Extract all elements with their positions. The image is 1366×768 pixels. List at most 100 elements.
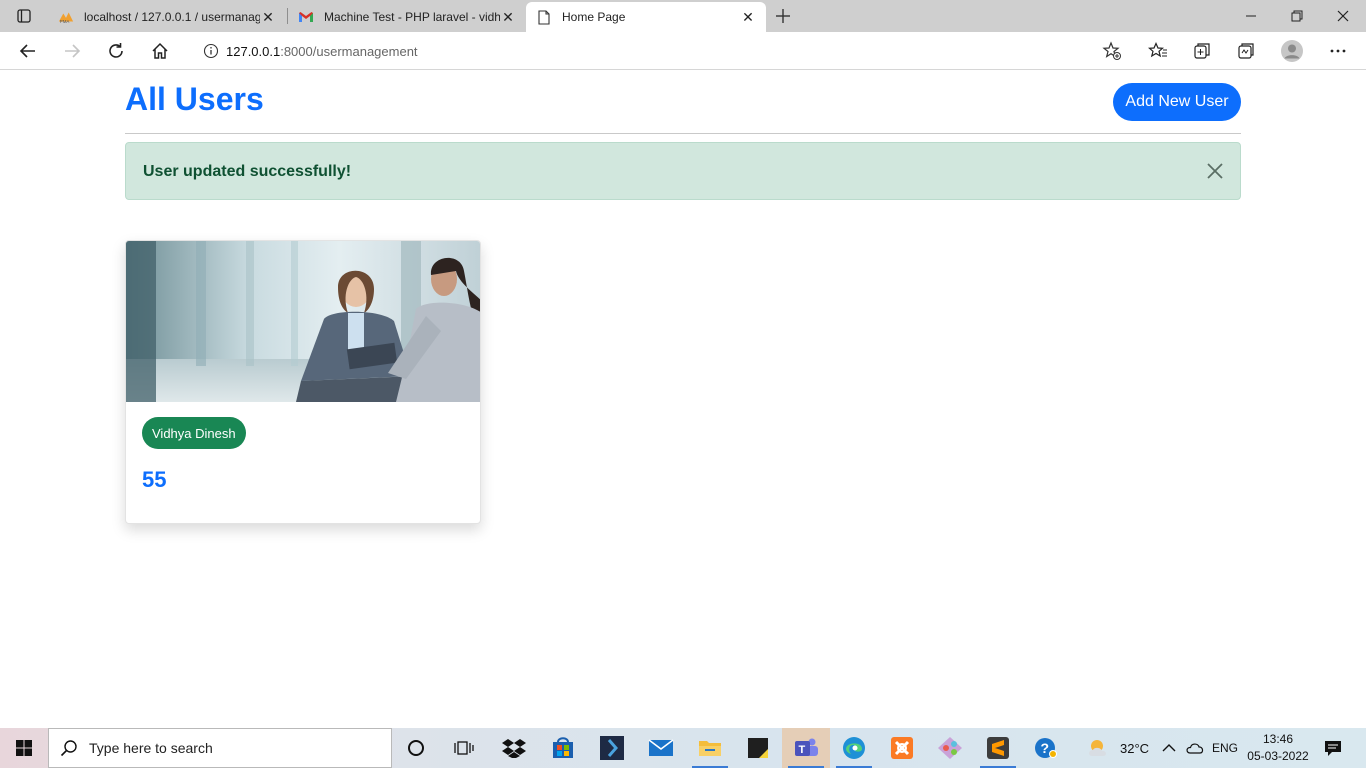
phpmyadmin-icon: PMA [58, 9, 74, 25]
weather-sun-icon [1089, 740, 1106, 756]
task-view-button[interactable] [440, 728, 488, 768]
url-path: :8000/usermanagement [280, 43, 418, 59]
avatar-icon [1281, 40, 1303, 62]
taskbar-search[interactable]: Type here to search [48, 728, 392, 768]
taskbar-help[interactable]: ? [1022, 728, 1070, 768]
user-number: 55 [142, 467, 167, 492]
windows-logo-icon [16, 740, 32, 756]
edge-icon [843, 737, 865, 759]
extensions-icon [1238, 43, 1254, 59]
browser-toolbar: 127.0.0.1:8000/usermanagement [0, 32, 1366, 70]
close-tab-icon[interactable]: ✕ [740, 9, 756, 25]
home-button[interactable] [144, 36, 176, 66]
tab-gmail[interactable]: Machine Test - PHP laravel - vidh ✕ [288, 2, 526, 32]
tab-title: Home Page [562, 10, 626, 24]
clock-date: 05-03-2022 [1247, 749, 1309, 763]
profile-button[interactable] [1276, 36, 1308, 66]
add-favorite-icon[interactable] [1102, 41, 1122, 64]
tab-title: localhost / 127.0.0.1 / usermanag [84, 10, 260, 24]
taskbar-store[interactable] [539, 728, 587, 768]
home-icon [152, 42, 168, 59]
weather-temp: 32°C [1120, 740, 1150, 756]
taskbar-dropbox[interactable] [490, 728, 538, 768]
notifications-button[interactable] [1324, 728, 1342, 768]
favorites-button[interactable] [1142, 36, 1174, 66]
taskbar-sublime[interactable] [974, 728, 1022, 768]
cloud-icon [1186, 743, 1204, 754]
show-hidden-icons-button[interactable] [1162, 728, 1176, 768]
refresh-icon [109, 43, 123, 58]
refresh-button[interactable] [100, 36, 132, 66]
cortana-button[interactable] [392, 728, 440, 768]
add-new-user-button[interactable]: Add New User [1113, 83, 1241, 121]
language-text: ENG [1212, 741, 1239, 755]
close-tab-icon[interactable]: ✕ [260, 9, 276, 25]
tab-title: Machine Test - PHP laravel - vidh [324, 10, 500, 24]
taskbar-git[interactable] [926, 728, 974, 768]
user-name-badge: Vidhya Dinesh [142, 417, 246, 449]
gmail-icon [298, 9, 314, 25]
taskbar-file-explorer[interactable] [686, 728, 734, 768]
xampp-icon [891, 737, 913, 759]
user-photo [126, 241, 480, 402]
start-button[interactable] [0, 728, 48, 768]
minimize-button[interactable] [1228, 0, 1274, 32]
sticky-notes-icon [748, 738, 768, 758]
site-info-icon[interactable] [196, 43, 226, 59]
store-icon [553, 737, 573, 758]
close-icon [1337, 10, 1349, 22]
dropbox-icon [502, 739, 526, 758]
tab-phpmyadmin[interactable]: PMA localhost / 127.0.0.1 / usermanag ✕ [48, 2, 286, 32]
divider [125, 133, 1241, 134]
svg-text:T: T [799, 744, 806, 756]
close-icon[interactable] [1204, 160, 1226, 182]
taskbar-sticky-notes[interactable] [734, 728, 782, 768]
taskbar-visual-studio[interactable] [588, 728, 636, 768]
alert-message: User updated successfully! [143, 163, 352, 180]
taskbar-mail[interactable] [637, 728, 685, 768]
tab-actions-icon [17, 9, 31, 23]
new-tab-button[interactable] [768, 2, 798, 30]
cortana-icon [408, 740, 424, 756]
collections-icon [1194, 43, 1210, 59]
url-host: 127.0.0.1 [226, 43, 281, 59]
user-card[interactable]: Vidhya Dinesh 55 [125, 240, 481, 524]
restore-button[interactable] [1274, 0, 1320, 32]
sublime-text-icon [987, 737, 1009, 759]
onedrive-button[interactable] [1186, 728, 1204, 768]
taskbar-xampp[interactable] [878, 728, 926, 768]
page-title: All Users [125, 81, 264, 117]
minimize-icon [1246, 15, 1256, 17]
address-bar[interactable]: 127.0.0.1:8000/usermanagement [188, 36, 1130, 66]
clock-time: 13:46 [1262, 732, 1294, 746]
extensions-button[interactable] [1230, 36, 1262, 66]
language-indicator[interactable]: ENG [1212, 728, 1238, 768]
close-window-button[interactable] [1320, 0, 1366, 32]
close-tab-icon[interactable]: ✕ [500, 9, 516, 25]
collections-button[interactable] [1186, 36, 1218, 66]
settings-menu-button[interactable] [1322, 36, 1354, 66]
tab-home-page[interactable]: Home Page ✕ [526, 2, 766, 32]
svg-text:PMA: PMA [60, 19, 70, 24]
search-icon [49, 739, 89, 757]
plus-icon [776, 9, 790, 23]
search-placeholder: Type here to search [89, 740, 213, 756]
help-icon: ? [1035, 738, 1057, 758]
taskbar-teams[interactable]: T [782, 728, 830, 768]
taskbar-clock[interactable]: 13:46 05-03-2022 [1244, 731, 1312, 765]
page-icon [536, 9, 552, 25]
tab-actions-button[interactable] [0, 0, 48, 32]
forward-arrow-icon [65, 44, 81, 58]
taskbar-edge[interactable] [830, 728, 878, 768]
git-icon [938, 737, 962, 759]
forward-button[interactable] [56, 36, 88, 66]
back-button[interactable] [12, 36, 44, 66]
chevron-up-icon [1162, 744, 1176, 752]
mail-icon [648, 739, 674, 756]
weather-widget[interactable]: 32°C [1086, 728, 1149, 768]
teams-icon: T [795, 738, 818, 756]
page-content: All Users Add New User User updated succ… [0, 71, 1366, 728]
folder-icon [699, 741, 721, 756]
task-view-icon [454, 741, 474, 755]
browser-tab-strip: PMA localhost / 127.0.0.1 / usermanag ✕ … [0, 0, 1366, 32]
